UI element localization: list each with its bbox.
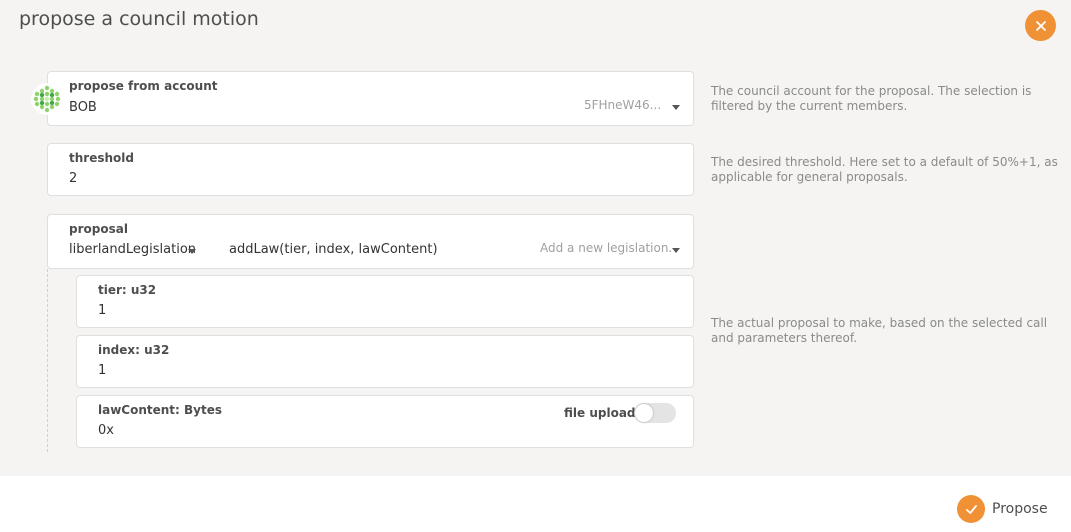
proposal-method-doc: Add a new legislation. [540, 241, 673, 255]
propose-button-label: Propose [992, 501, 1048, 517]
threshold-help: The desired threshold. Here set to a def… [711, 155, 1058, 184]
param-lawcontent-input[interactable]: lawContent: Bytes 0x file upload [76, 395, 694, 448]
account-address: 5FHneW46... [584, 98, 662, 112]
check-icon [965, 504, 977, 514]
param-tier-input[interactable]: tier: u32 1 [76, 275, 694, 328]
close-button[interactable] [1025, 10, 1056, 41]
param-tier-value: 1 [98, 303, 107, 318]
close-icon [1035, 20, 1046, 31]
param-lawcontent-label: lawContent: Bytes [98, 403, 223, 417]
propose-button-badge [957, 495, 985, 523]
modal-body: propose a council motion propose from ac… [0, 0, 1071, 476]
proposal-help: The actual proposal to make, based on th… [711, 316, 1048, 345]
threshold-label: threshold [69, 151, 134, 165]
proposal-section-select[interactable]: liberlandLegislation [69, 242, 196, 257]
param-lawcontent-value: 0x [98, 423, 114, 438]
modal-title: propose a council motion [19, 8, 259, 30]
proposal-method-select[interactable]: addLaw(tier, index, lawContent) [229, 242, 438, 257]
file-upload-label: file upload [564, 406, 636, 420]
param-index-input[interactable]: index: u32 1 [76, 335, 694, 388]
params-tree-line [47, 269, 48, 452]
account-label: propose from account [69, 79, 218, 93]
file-upload-toggle[interactable] [634, 403, 676, 423]
chevron-down-icon [672, 105, 680, 110]
param-index-label: index: u32 [98, 343, 170, 357]
param-tier-label: tier: u32 [98, 283, 157, 297]
account-help: The council account for the proposal. Th… [711, 84, 1032, 113]
account-select[interactable]: propose from account BOB 5FHneW46... [47, 71, 694, 126]
propose-button[interactable]: Propose [957, 495, 1048, 523]
account-name: BOB [69, 100, 97, 115]
method-chevron-down-icon [672, 248, 680, 253]
threshold-input[interactable]: threshold 2 [47, 143, 694, 196]
toggle-knob [635, 404, 653, 422]
threshold-value: 2 [69, 171, 78, 186]
param-index-value: 1 [98, 363, 107, 378]
section-chevron-down-icon [188, 249, 196, 254]
proposal-select[interactable]: proposal liberlandLegislation addLaw(tie… [47, 214, 694, 269]
proposal-label: proposal [69, 222, 128, 236]
account-identicon [31, 83, 63, 115]
